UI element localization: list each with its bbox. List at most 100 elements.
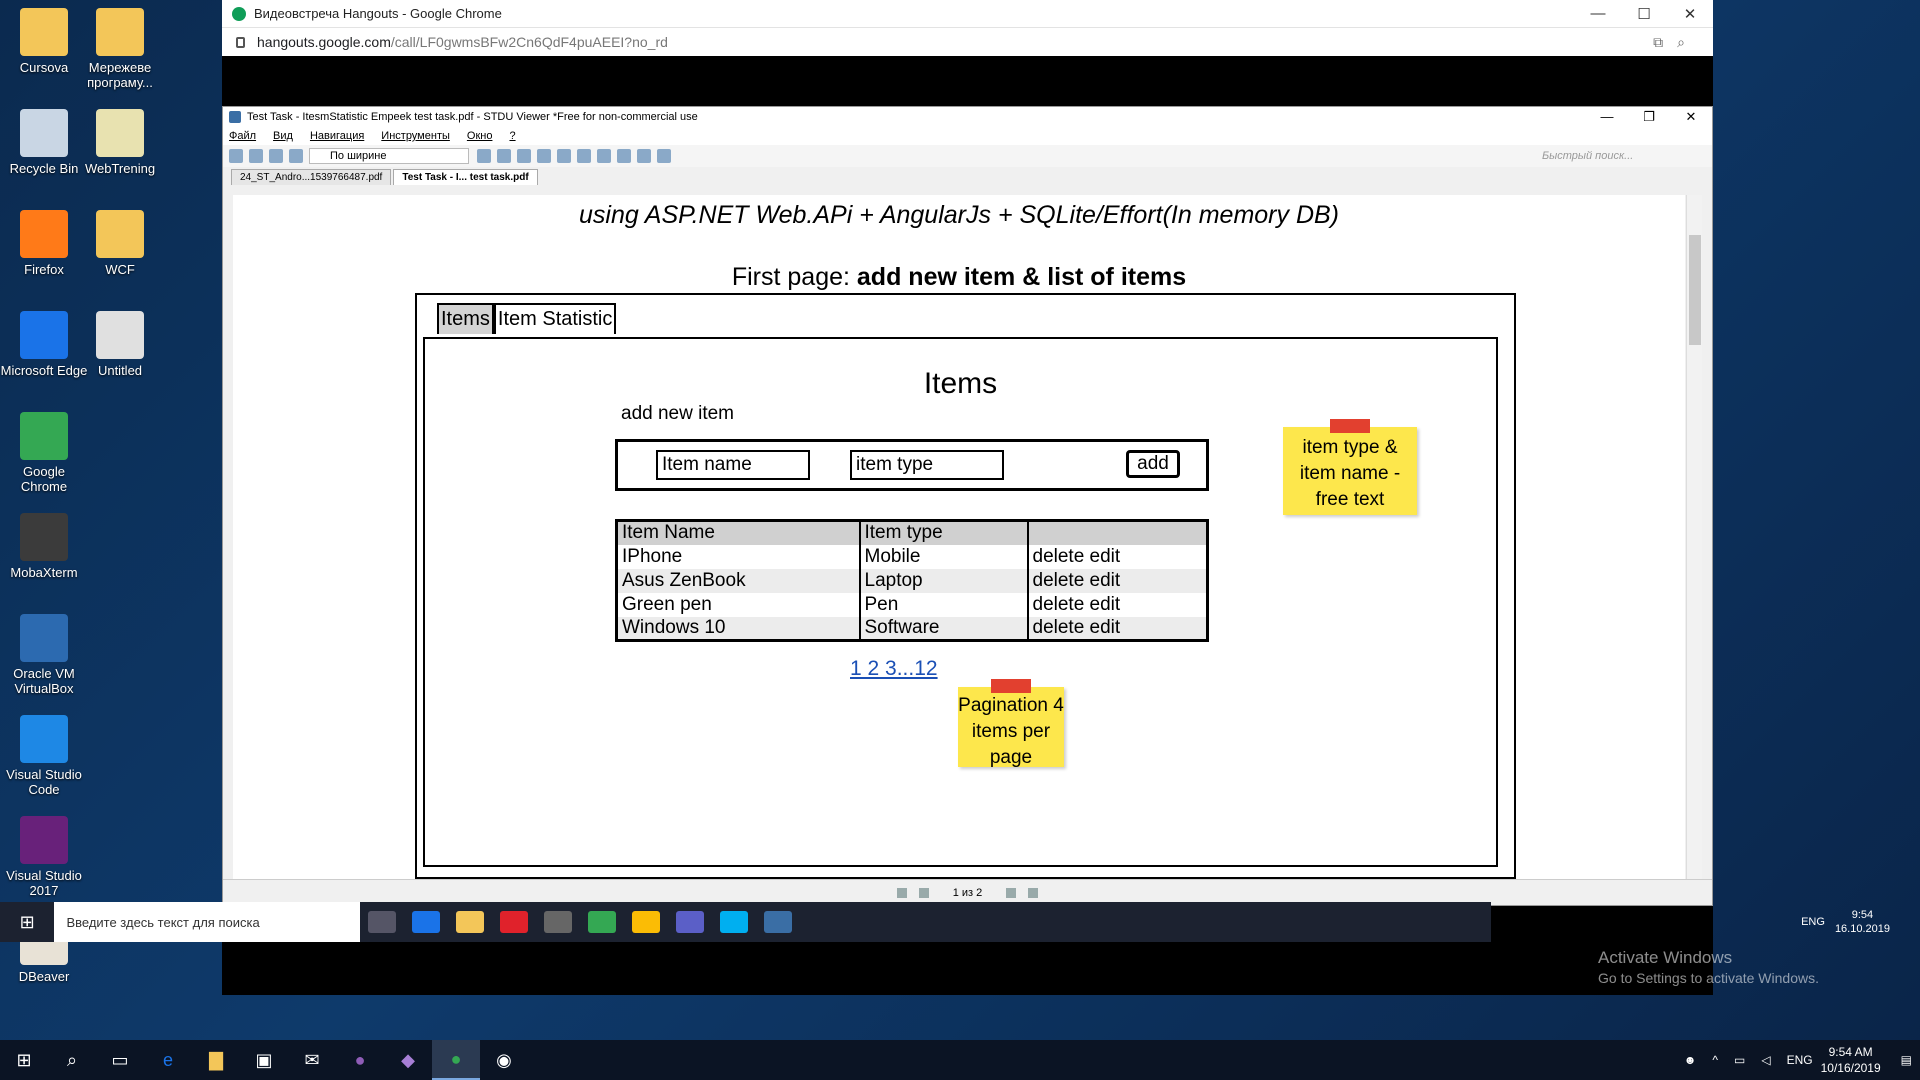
- visual-studio-icon[interactable]: ◆: [384, 1040, 432, 1080]
- menu-window[interactable]: Окно: [467, 130, 493, 142]
- explorer-icon[interactable]: [456, 911, 484, 933]
- remote-search-box[interactable]: Введите здесь текст для поиска: [54, 902, 360, 942]
- desktop-icon[interactable]: Firefox: [0, 210, 88, 277]
- open-icon[interactable]: [229, 149, 243, 163]
- first-page-icon[interactable]: [896, 887, 907, 898]
- taskbar: ⊞ ⌕ ▭ e ▇ ▣ ✉ ● ◆ ● ◉ ☻ ^ ▭ ◁ ENG 9:54 A…: [0, 1040, 1920, 1080]
- task-view-icon[interactable]: ▭: [96, 1040, 144, 1080]
- network-icon[interactable]: ▭: [1734, 1053, 1745, 1067]
- chrome-icon[interactable]: [632, 911, 660, 933]
- fit-height-icon[interactable]: [537, 149, 551, 163]
- desktop-icon-label: Cursova: [19, 60, 69, 75]
- stdu-restore-button[interactable]: ❐: [1628, 109, 1670, 125]
- tab-doc-1[interactable]: 24_ST_Andro...1539766487.pdf: [231, 169, 392, 185]
- desktop-icon[interactable]: Cursova: [0, 8, 88, 75]
- address-bar[interactable]: hangouts.google.com /call/LF0gwmsBFw2Cn6…: [222, 28, 1713, 56]
- menu-navigation[interactable]: Навигация: [310, 130, 364, 142]
- desktop-icon[interactable]: Visual Studio 2017: [0, 816, 88, 898]
- explorer-icon[interactable]: ▇: [192, 1040, 240, 1080]
- app-icon: [20, 513, 68, 561]
- snapshot-icon[interactable]: [597, 149, 611, 163]
- task-view-icon[interactable]: [368, 911, 396, 933]
- app-icon[interactable]: [544, 911, 572, 933]
- copy-icon[interactable]: [269, 149, 283, 163]
- translate-zoom-icons[interactable]: ⧉⌕: [1653, 34, 1699, 51]
- remote-start-icon[interactable]: ⊞: [0, 902, 54, 942]
- stdu-close-button[interactable]: ✕: [1670, 109, 1712, 125]
- edge-icon[interactable]: e: [144, 1040, 192, 1080]
- mail-icon[interactable]: ✉: [288, 1040, 336, 1080]
- notifications-icon[interactable]: ▤: [1901, 1053, 1912, 1067]
- desktop-icon[interactable]: WebTrening: [76, 109, 164, 176]
- prev-page-icon[interactable]: [918, 887, 929, 898]
- store-icon[interactable]: ▣: [240, 1040, 288, 1080]
- zoom-select[interactable]: По ширине: [309, 148, 469, 164]
- volume-icon[interactable]: ◁: [1761, 1053, 1770, 1067]
- maximize-button[interactable]: ☐: [1621, 5, 1667, 23]
- teams-icon[interactable]: [676, 911, 704, 933]
- document-tabs: 24_ST_Andro...1539766487.pdf Test Task -…: [223, 167, 1712, 185]
- find-icon[interactable]: [617, 149, 631, 163]
- desktop-icon[interactable]: MobaXterm: [0, 513, 88, 580]
- stdu-minimize-button[interactable]: —: [1586, 109, 1628, 125]
- clock[interactable]: 9:54 AM 10/16/2019: [1821, 1044, 1881, 1076]
- edge-icon[interactable]: [412, 911, 440, 933]
- table-row: Asus ZenBook Laptop delete edit: [615, 568, 1208, 593]
- opera-icon[interactable]: [500, 911, 528, 933]
- desktop-icon[interactable]: Oracle VM VirtualBox: [0, 614, 88, 696]
- remote-lang[interactable]: ENG: [1801, 916, 1825, 928]
- chrome-icon[interactable]: ●: [432, 1040, 480, 1080]
- desktop-icon[interactable]: Мережеве програму...: [76, 8, 164, 90]
- url-path: /call/LF0gwmsBFw2Cn6QdF4puAEEI?no_rd: [390, 34, 668, 50]
- print-icon[interactable]: [249, 149, 263, 163]
- desktop-icon[interactable]: Recycle Bin: [0, 109, 88, 176]
- chevron-up-icon[interactable]: ^: [1712, 1053, 1718, 1067]
- people-icon[interactable]: ☻: [1684, 1053, 1697, 1067]
- desktop-icon[interactable]: Microsoft Edge: [0, 311, 88, 378]
- chrome-icon[interactable]: [588, 911, 616, 933]
- select-text-icon[interactable]: [577, 149, 591, 163]
- menu-file[interactable]: Файл: [229, 130, 256, 142]
- skype-icon[interactable]: [720, 911, 748, 933]
- tab-doc-2[interactable]: Test Task - I... test task.pdf: [393, 169, 538, 185]
- last-page-icon[interactable]: [1028, 887, 1039, 898]
- vertical-scrollbar[interactable]: [1686, 195, 1702, 879]
- cell-type: Software: [858, 616, 1028, 641]
- cell-name: Windows 10: [615, 616, 860, 641]
- desktop-icon[interactable]: Untitled: [76, 311, 164, 378]
- desktop-icon-label: Oracle VM VirtualBox: [13, 666, 75, 696]
- menu-tools[interactable]: Инструменты: [381, 130, 450, 142]
- search-icon[interactable]: ⌕: [48, 1040, 96, 1080]
- desktop-icon[interactable]: WCF: [76, 210, 164, 277]
- menu-view[interactable]: Вид: [273, 130, 293, 142]
- zoom-in-icon[interactable]: [477, 149, 491, 163]
- desktop-icon[interactable]: Visual Studio Code: [0, 715, 88, 797]
- bookmark-icon[interactable]: [657, 149, 671, 163]
- rotate-icon[interactable]: [637, 149, 651, 163]
- mock-col-actions: [1026, 520, 1208, 545]
- mock-tab-statistic: Item Statistic: [493, 303, 617, 334]
- pdf-page: using ASP.NET Web.APi + AngularJs + SQLi…: [233, 195, 1685, 879]
- app-icon: [20, 8, 68, 56]
- chrome-title: Видеовстреча Hangouts - Google Chrome: [254, 6, 502, 21]
- viber-icon[interactable]: ●: [336, 1040, 384, 1080]
- menu-help[interactable]: ?: [509, 130, 515, 142]
- fit-width-icon[interactable]: [517, 149, 531, 163]
- desktop-icon[interactable]: Google Chrome: [0, 412, 88, 494]
- export-icon[interactable]: [289, 149, 303, 163]
- start-icon[interactable]: ⊞: [0, 1040, 48, 1080]
- stdu-app-icon: [229, 111, 241, 123]
- next-page-icon[interactable]: [1006, 887, 1017, 898]
- dbeaver-icon[interactable]: ◉: [480, 1040, 528, 1080]
- stdu-taskbar-icon[interactable]: [764, 911, 792, 933]
- quick-search-input[interactable]: Быстрый поиск...: [1542, 148, 1702, 164]
- url-host: hangouts.google.com: [257, 34, 391, 50]
- fit-page-icon[interactable]: [497, 149, 511, 163]
- hand-tool-icon[interactable]: [557, 149, 571, 163]
- close-button[interactable]: ✕: [1667, 5, 1713, 23]
- cell-name: Green pen: [615, 592, 860, 617]
- minimize-button[interactable]: —: [1575, 5, 1621, 23]
- page-indicator[interactable]: 1 из 2: [953, 887, 983, 899]
- language-indicator[interactable]: ENG: [1787, 1053, 1813, 1067]
- app-icon: [20, 715, 68, 763]
